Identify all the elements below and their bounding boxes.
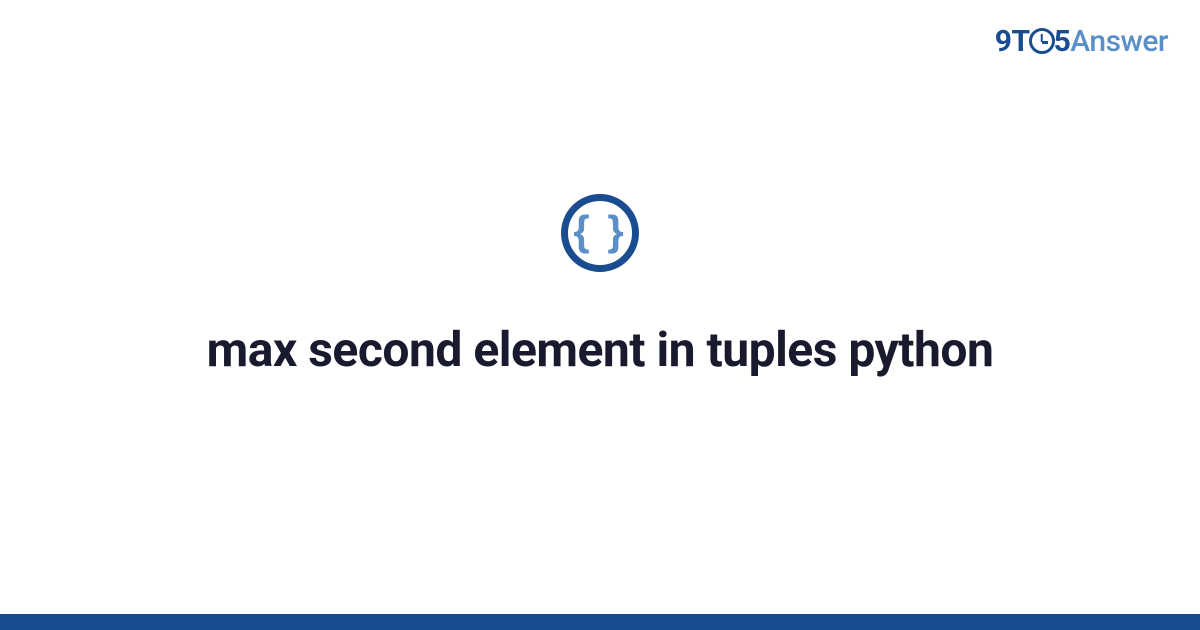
footer-bar [0,614,1200,630]
question-title: max second element in tuples python [207,320,994,380]
braces-glyph: { } [573,210,626,252]
main-content: { } max second element in tuples python [0,0,1200,614]
code-braces-icon: { } [561,194,639,272]
topic-icon-wrapper: { } [561,194,639,272]
